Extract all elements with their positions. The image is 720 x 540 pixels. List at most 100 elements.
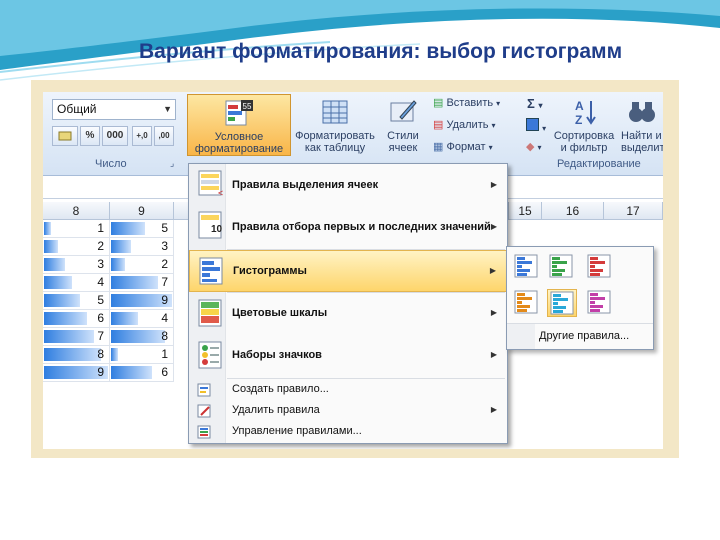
dialog-launcher-icon[interactable]: ⌟: [170, 158, 174, 169]
insert-icon: ▤: [433, 97, 444, 109]
menu-item-label: Наборы значков: [232, 349, 322, 361]
sort-filter-button[interactable]: A Z Сортировка и фильтр: [551, 94, 617, 156]
cell-value: 1: [97, 221, 104, 235]
data-bars-icon: [514, 290, 538, 314]
conditional-formatting-menu: < Правила выделения ячеек ▶ 10 Правила о…: [188, 163, 508, 444]
format-cells-button[interactable]: ▦ Формат ▾: [433, 140, 493, 153]
currency-icon: [58, 131, 72, 141]
data-bar-style-option[interactable]: [585, 289, 615, 317]
autosum-button[interactable]: Σ ▾: [527, 96, 542, 111]
thousands-separator-button[interactable]: 000: [102, 126, 128, 146]
table-cell[interactable]: 6: [43, 310, 110, 328]
chevron-right-icon: ▶: [489, 266, 496, 275]
menu-item-icon-sets[interactable]: Наборы значков ▶: [189, 335, 507, 377]
cell-styles-button[interactable]: Стили ячеек: [379, 94, 427, 156]
data-bar-style-option[interactable]: [512, 253, 542, 281]
find-select-button[interactable]: Найти и выделить: [621, 94, 663, 156]
data-bar: [111, 222, 145, 235]
chevron-down-icon: ▾: [496, 99, 501, 108]
menu-item-label: Гистограммы: [233, 265, 307, 277]
more-rules-link[interactable]: Другие правила...: [539, 330, 629, 342]
sort-az-icon: A Z: [575, 99, 596, 127]
table-cell[interactable]: 4: [43, 274, 110, 292]
chevron-down-icon: ▾: [538, 101, 543, 110]
data-bar: [44, 240, 58, 253]
cell-value: 9: [161, 293, 168, 307]
chevron-down-icon: ▾: [488, 143, 493, 152]
table-cell[interactable]: 7: [43, 328, 110, 346]
menu-item-label: Правила отбора первых и последних значен…: [232, 221, 491, 233]
table-cell[interactable]: 8: [43, 346, 110, 364]
cell-value: 3: [161, 239, 168, 253]
column-header-16[interactable]: 16: [542, 202, 604, 220]
table-cell[interactable]: 1: [110, 346, 174, 364]
column-header-9[interactable]: 9: [110, 202, 174, 220]
table-cell[interactable]: 7: [110, 274, 174, 292]
data-bars-icon: [549, 254, 573, 278]
data-bar-style-option[interactable]: [512, 289, 542, 317]
chevron-right-icon: ▶: [490, 350, 497, 359]
number-format-combo[interactable]: Общий ▼: [52, 99, 176, 120]
data-bar-style-option[interactable]: [585, 253, 615, 281]
excel-window: Общий ▼ % 000 +,0 ,00 Число ⌟ 55 Условно…: [43, 92, 663, 449]
data-bar-style-option[interactable]: [547, 253, 577, 281]
cell-value: 6: [97, 311, 104, 325]
menu-item-highlight-rules[interactable]: < Правила выделения ячеек ▶: [189, 164, 507, 206]
chevron-right-icon: ▶: [490, 180, 497, 189]
menu-item-manage-rules[interactable]: Управление правилами...: [189, 421, 507, 442]
table-cell[interactable]: 1: [43, 220, 110, 238]
insert-cells-button[interactable]: ▤ Вставить ▾: [433, 96, 500, 109]
cell-value: 8: [161, 329, 168, 343]
new-rule-icon: [197, 383, 211, 397]
insert-label: Вставить: [446, 97, 494, 109]
fill-button[interactable]: ▾: [526, 118, 546, 134]
table-icon: [322, 100, 348, 124]
table-cell[interactable]: 4: [110, 310, 174, 328]
manage-rules-icon: [197, 425, 211, 439]
highlight-cells-icon: <: [198, 170, 223, 198]
data-bar-style-option[interactable]: [547, 289, 577, 317]
decrease-decimal-button[interactable]: ,00: [154, 126, 174, 146]
menu-item-clear-rules[interactable]: Удалить правила ▶: [189, 400, 507, 421]
menu-item-color-scales[interactable]: Цветовые шкалы ▶: [189, 293, 507, 335]
delete-cells-button[interactable]: ▤ Удалить ▾: [433, 118, 496, 131]
data-bar: [44, 258, 65, 271]
data-bars-icon: [587, 290, 611, 314]
format-as-table-button[interactable]: Форматировать как таблицу: [293, 94, 377, 156]
chevron-down-icon: ▾: [491, 121, 496, 130]
menu-item-top-bottom-rules[interactable]: 10 Правила отбора первых и последних зна…: [189, 206, 507, 248]
menu-item-label: Управление правилами...: [232, 425, 362, 437]
menu-item-data-bars[interactable]: Гистограммы ▶: [189, 250, 507, 292]
cell-value: 5: [97, 293, 104, 307]
table-cell[interactable]: 3: [43, 256, 110, 274]
top-bottom-icon: 10: [198, 211, 223, 239]
cell-value: 9: [97, 365, 104, 379]
column-header-8[interactable]: 8: [43, 202, 110, 220]
data-bar: [111, 312, 138, 325]
table-cell[interactable]: 5: [110, 220, 174, 238]
table-cell[interactable]: 5: [43, 292, 110, 310]
table-cell[interactable]: 9: [110, 292, 174, 310]
clear-button[interactable]: ◆ ▾: [526, 140, 542, 153]
currency-format-button[interactable]: [52, 126, 78, 146]
conditional-formatting-button[interactable]: 55 Условное форматирование: [187, 94, 291, 156]
fill-icon: [526, 118, 539, 131]
menu-item-label: Удалить правила: [232, 404, 320, 416]
table-cell[interactable]: 9: [43, 364, 110, 382]
data-bars-icon: [199, 257, 223, 285]
data-bar: [44, 348, 101, 361]
chevron-right-icon: ▶: [490, 308, 497, 317]
increase-decimal-button[interactable]: +,0: [132, 126, 152, 146]
table-cell[interactable]: 2: [43, 238, 110, 256]
column-header-17[interactable]: 17: [604, 202, 663, 220]
table-cell[interactable]: 6: [110, 364, 174, 382]
cell-value: 4: [97, 275, 104, 289]
percent-button[interactable]: %: [80, 126, 100, 146]
table-cell[interactable]: 2: [110, 256, 174, 274]
chevron-right-icon: ▶: [490, 222, 497, 231]
table-cell[interactable]: 8: [110, 328, 174, 346]
column-header-15[interactable]: 15: [509, 202, 542, 220]
number-format-value: Общий: [57, 102, 97, 116]
table-cell[interactable]: 3: [110, 238, 174, 256]
menu-item-new-rule[interactable]: Создать правило...: [189, 379, 507, 400]
